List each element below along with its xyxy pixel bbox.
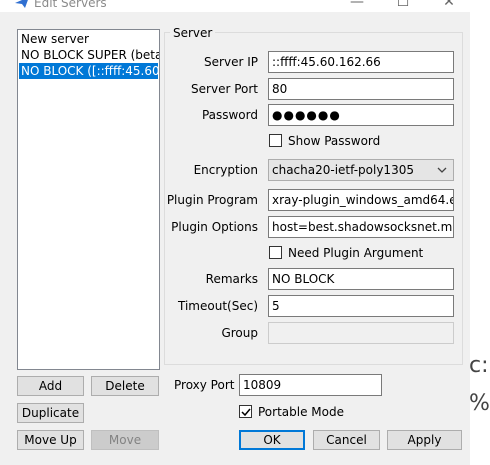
server-port-input[interactable]: 80 [268,78,454,100]
timeout-input[interactable]: 5 [268,295,454,317]
ok-button[interactable]: OK [239,430,305,450]
encryption-value: chacha20-ietf-poly1305 [272,163,414,177]
show-password-label[interactable]: Show Password [288,134,380,148]
move-down-button[interactable]: Move [91,430,159,450]
title-bar: Edit Servers — ☐ ✕ [0,0,470,12]
edit-servers-dialog: Edit Servers — ☐ ✕ New server NO BLOCK S… [0,0,470,465]
remarks-label: Remarks [205,272,258,286]
paper-plane-icon [15,0,28,8]
password-label: Password [201,108,258,122]
server-group-title: Server [170,26,216,40]
apply-button[interactable]: Apply [387,430,462,450]
plugin-program-input[interactable]: xray-plugin_windows_amd64.exe [268,189,454,211]
move-up-button[interactable]: Move Up [17,430,84,450]
need-plugin-argument-label[interactable]: Need Plugin Argument [288,246,423,260]
portable-mode-label[interactable]: Portable Mode [258,405,344,419]
plugin-program-label: Plugin Program [166,193,258,207]
server-ip-input[interactable]: ::ffff:45.60.162.66 [268,51,454,73]
window-title: Edit Servers [34,0,107,10]
delete-button[interactable]: Delete [91,376,159,396]
proxy-port-label: Proxy Port [174,378,235,392]
group-input[interactable] [268,322,454,344]
server-ip-label: Server IP [204,55,258,69]
encryption-label: Encryption [193,163,258,177]
plugin-options-label: Plugin Options [171,220,258,234]
list-item[interactable]: NO BLOCK SUPER (beta.pl [19,47,159,63]
background-text-2: %2 [469,391,490,416]
proxy-port-input[interactable]: 10809 [239,374,382,396]
password-input[interactable]: ●●●●●● [268,104,454,126]
need-plugin-argument-checkbox[interactable] [269,246,282,259]
list-item-selected[interactable]: NO BLOCK ([::ffff:45.60.16 [19,63,158,79]
background-window: c: %2 [469,0,490,465]
checkmark-icon [241,408,251,417]
portable-mode-checkbox[interactable] [239,405,252,418]
list-item[interactable]: New server [19,31,159,47]
minimize-icon[interactable]: — [342,0,372,11]
cancel-button[interactable]: Cancel [313,430,380,450]
close-icon[interactable]: ✕ [434,0,464,11]
remarks-input[interactable]: NO BLOCK [268,268,454,290]
timeout-label: Timeout(Sec) [178,299,258,313]
duplicate-button[interactable]: Duplicate [17,403,84,423]
maximize-icon[interactable]: ☐ [388,0,418,11]
server-list[interactable]: New server NO BLOCK SUPER (beta.pl NO BL… [17,29,160,370]
server-port-label: Server Port [191,82,258,96]
chevron-down-icon [437,167,447,173]
encryption-select[interactable]: chacha20-ietf-poly1305 [268,159,454,181]
show-password-checkbox[interactable] [269,134,282,147]
background-text-1: c: [469,353,489,378]
group-label: Group [221,326,258,340]
add-button[interactable]: Add [17,376,84,396]
plugin-options-input[interactable]: host=best.shadowsocksnet.ml [268,216,454,238]
